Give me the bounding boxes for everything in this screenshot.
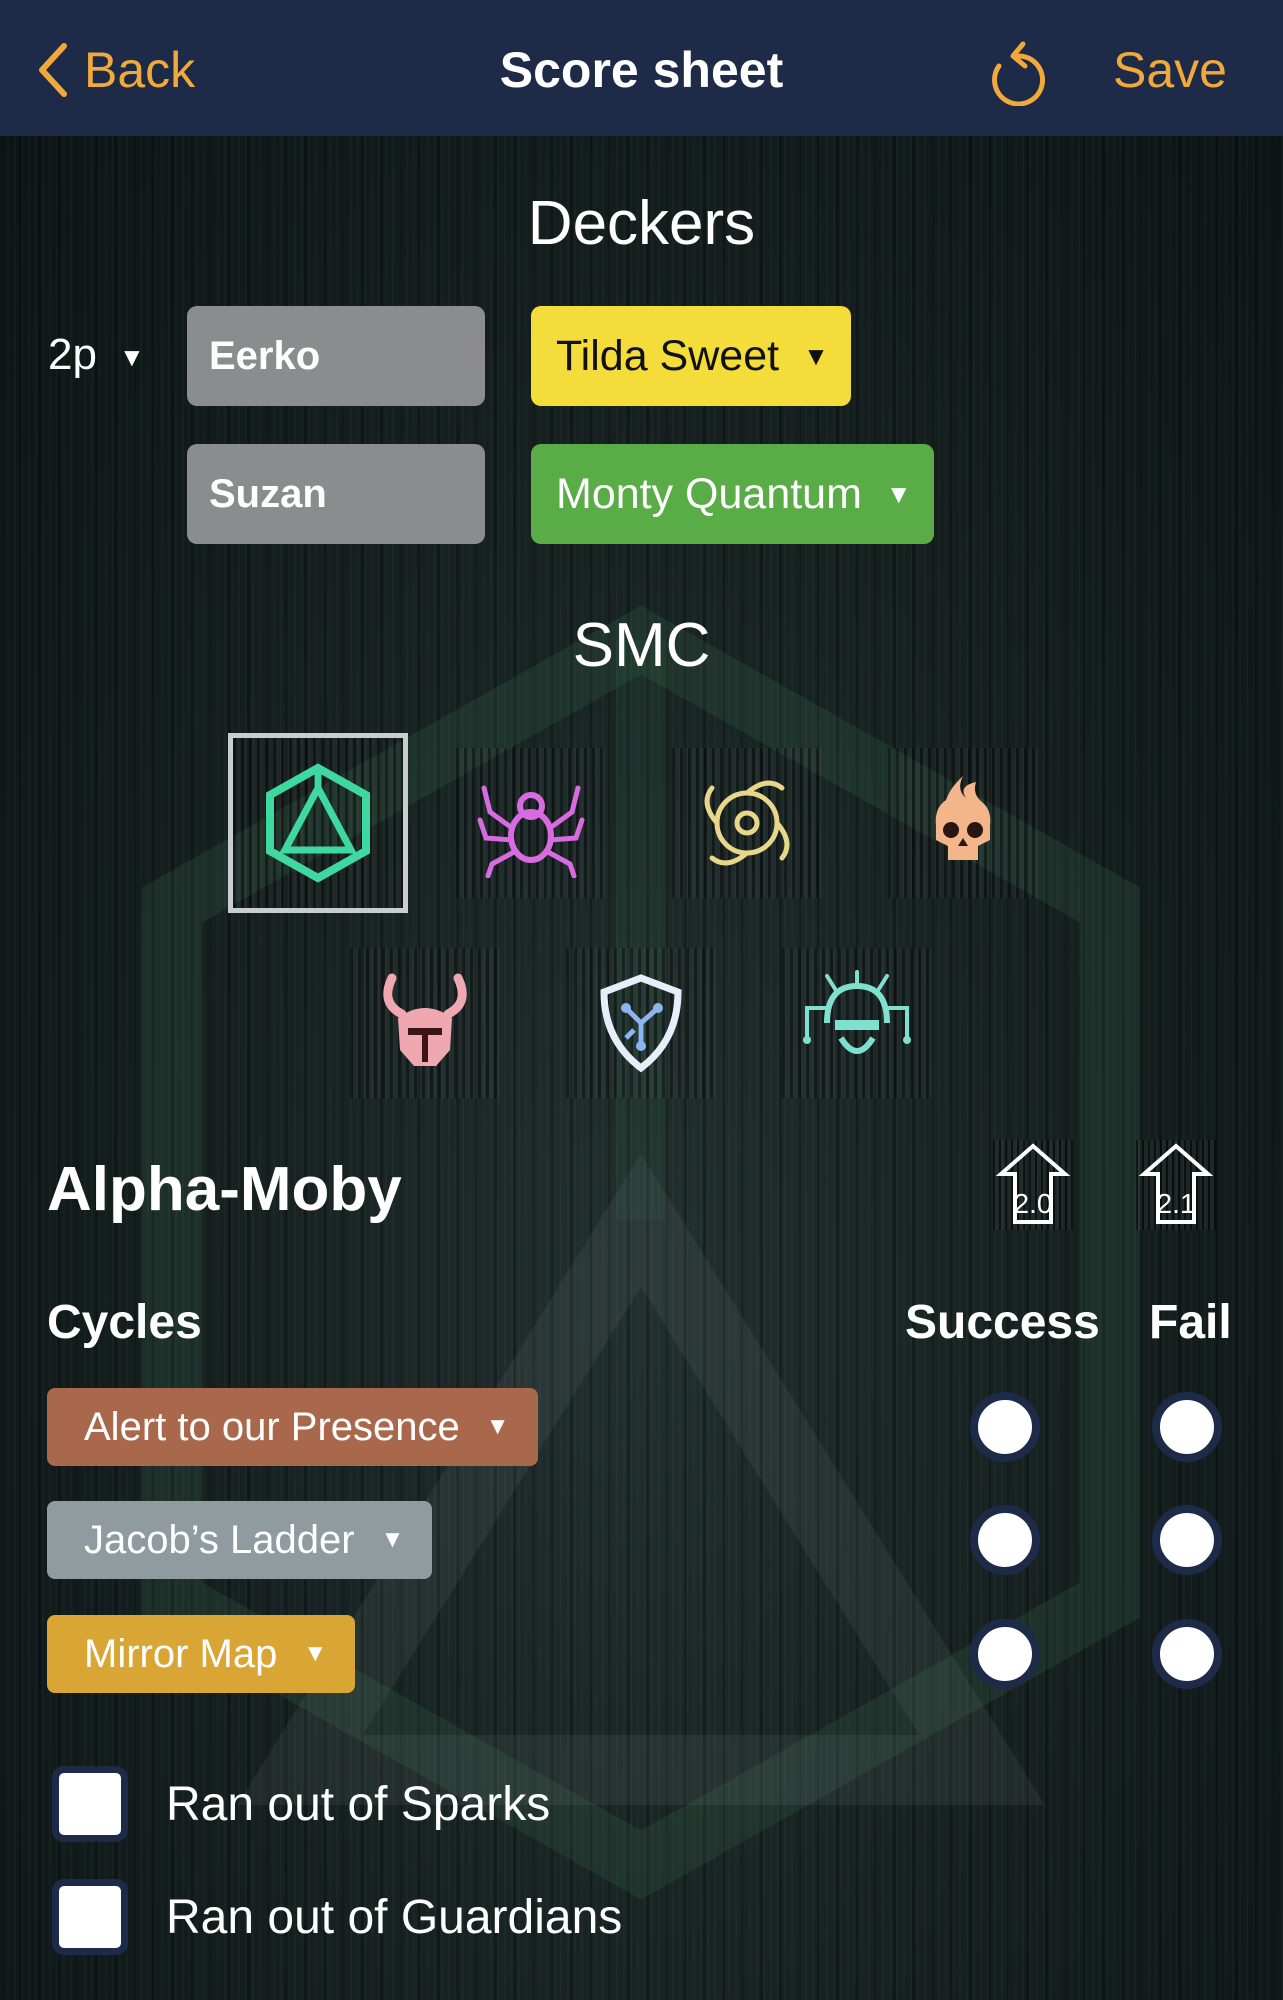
caret-down-icon: ▼ <box>485 1413 510 1440</box>
upgrade-arrow-icon: 2.1 <box>1138 1143 1214 1224</box>
ran-out-of-guardians-row[interactable]: Ran out of Guardians <box>52 1879 622 1955</box>
cycle-2-fail-radio[interactable] <box>1152 1505 1222 1575</box>
player-1-name-input[interactable] <box>187 306 485 406</box>
cycle-3-dropdown[interactable]: Mirror Map ▼ <box>47 1615 356 1693</box>
caret-down-icon: ▼ <box>118 342 145 373</box>
ran-out-of-sparks-row[interactable]: Ran out of Sparks <box>52 1766 550 1842</box>
undo-button[interactable] <box>985 36 1049 107</box>
cycle-1-fail-radio[interactable] <box>1152 1392 1222 1462</box>
runner-label: Tilda Sweet <box>556 331 780 380</box>
cycle-2-dropdown[interactable]: Jacob’s Ladder ▼ <box>47 1501 433 1579</box>
cycle-label: Alert to our Presence <box>84 1404 460 1449</box>
caret-down-icon: ▼ <box>803 340 829 371</box>
undo-icon <box>992 41 1045 107</box>
page-title: Score sheet <box>499 42 784 98</box>
smc-flaming-skull-icon[interactable] <box>888 748 1038 898</box>
smc-circuit-shield-icon[interactable] <box>566 948 716 1098</box>
cycle-2-success-radio[interactable] <box>970 1505 1040 1575</box>
caret-down-icon: ▼ <box>380 1526 405 1553</box>
vortex-icon <box>704 780 790 866</box>
navigation-bar: Back Score sheet Save <box>0 0 1283 136</box>
cycle-3-success-radio[interactable] <box>970 1619 1040 1689</box>
player-2-runner-dropdown[interactable]: Monty Quantum ▼ <box>531 444 934 544</box>
horned-helmet-icon <box>383 973 467 1066</box>
deckers-heading: Deckers <box>527 189 756 258</box>
cycles-heading: Cycles <box>47 1296 202 1349</box>
player-count-dropdown[interactable]: 2p ▼ <box>48 325 145 387</box>
alpha-moby-icon <box>266 763 370 883</box>
cycle-label: Jacob’s Ladder <box>84 1517 355 1562</box>
fail-heading: Fail <box>1149 1296 1232 1349</box>
smc-horned-helmet-icon[interactable] <box>350 948 500 1098</box>
smc-alpha-moby-icon[interactable] <box>228 733 408 913</box>
cycle-1-dropdown[interactable]: Alert to our Presence ▼ <box>47 1388 538 1466</box>
cycle-label: Mirror Map <box>84 1631 278 1676</box>
cycle-3-fail-radio[interactable] <box>1152 1619 1222 1689</box>
ran-out-of-guardians-checkbox[interactable] <box>52 1879 128 1955</box>
version-2-0-button[interactable]: 2.0 <box>993 1140 1073 1230</box>
upgrade-arrow-icon: 2.0 <box>995 1143 1071 1224</box>
ran-out-of-sparks-label: Ran out of Sparks <box>166 1777 551 1831</box>
caret-down-icon: ▼ <box>885 478 912 509</box>
player-2-name-input[interactable] <box>187 444 485 544</box>
success-heading: Success <box>905 1296 1100 1349</box>
flaming-skull-icon <box>935 776 991 860</box>
circuit-shield-icon <box>600 974 682 1073</box>
boss-name: Alpha-Moby <box>47 1155 402 1224</box>
smc-vortex-icon[interactable] <box>672 748 822 898</box>
spider-icon <box>477 785 585 878</box>
ran-out-of-sparks-checkbox[interactable] <box>52 1766 128 1842</box>
version-2-1-button[interactable]: 2.1 <box>1136 1140 1216 1230</box>
version-label: 2.1 <box>1157 1188 1196 1219</box>
cycle-1-success-radio[interactable] <box>970 1392 1040 1462</box>
circuit-face-icon <box>803 970 911 1054</box>
player-1-runner-dropdown[interactable]: Tilda Sweet ▼ <box>531 306 851 406</box>
smc-circuit-face-icon[interactable] <box>782 948 932 1098</box>
player-count-value: 2p <box>48 330 97 379</box>
save-button[interactable]: Save <box>1113 40 1227 100</box>
caret-down-icon: ▼ <box>303 1640 328 1667</box>
smc-heading: SMC <box>572 611 711 680</box>
ran-out-of-guardians-label: Ran out of Guardians <box>166 1890 623 1944</box>
runner-label: Monty Quantum <box>556 469 862 518</box>
version-label: 2.0 <box>1014 1188 1053 1219</box>
smc-spider-icon[interactable] <box>456 748 606 898</box>
